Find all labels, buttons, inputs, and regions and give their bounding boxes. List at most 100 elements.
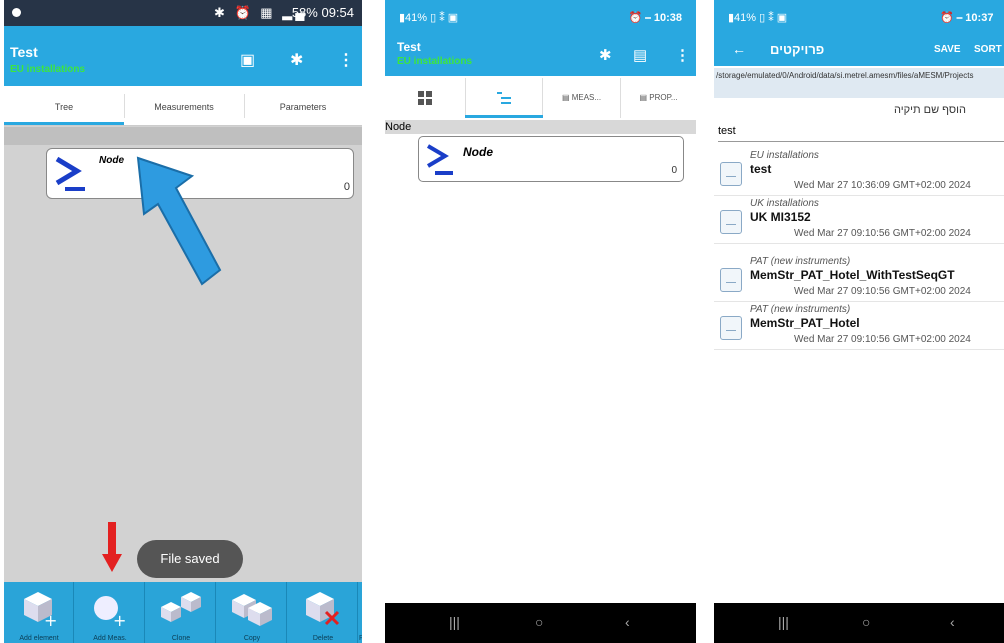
recents-button[interactable]: ||| <box>449 614 460 630</box>
tab-tiles[interactable] <box>385 78 465 118</box>
svg-text:+: + <box>44 611 57 628</box>
phone-screen-tree: ✱ ⏰ ▦ ▂▄ 58% 09:54 Test EU installations… <box>4 0 362 643</box>
home-button[interactable]: ○ <box>862 614 870 630</box>
delete-icon <box>306 592 340 626</box>
pointer-arrow-icon <box>136 156 222 286</box>
phone-screen-projects: ▮41% ▯ ⁑ ▣ ⏰ ⎯ 10:37 ← פרויקטים SAVE SOR… <box>714 0 1004 643</box>
file-icon <box>720 268 742 292</box>
node-label: Node <box>99 155 124 166</box>
copy-button[interactable]: Copy <box>217 582 287 643</box>
tree-header-band <box>4 127 362 145</box>
status-right: ⏰ ⎯ 10:37 <box>940 12 994 24</box>
copy-icon <box>232 594 272 626</box>
back-button[interactable]: ‹ <box>625 614 630 630</box>
project-date: Wed Mar 27 09:10:56 GMT+02:00 2024 <box>794 228 971 239</box>
back-button[interactable]: ‹ <box>950 614 955 630</box>
list-icon: ▤ <box>561 93 572 102</box>
project-category: EU installations <box>750 150 819 161</box>
recents-button[interactable]: ||| <box>778 614 789 630</box>
toast-message: File saved <box>137 540 243 578</box>
divider <box>714 349 1004 350</box>
storage-path: /storage/emulated/0/Android/data/si.metr… <box>714 68 1004 98</box>
status-bar: ▮41% ▯ ⁑ ▣ ⏰ ⎯ 10:37 <box>714 0 1004 34</box>
file-icon <box>720 210 742 234</box>
svg-text:+: + <box>113 611 126 628</box>
save-button[interactable]: SAVE <box>934 44 961 55</box>
project-subtitle: EU installations <box>397 56 473 67</box>
tiles-icon <box>418 90 432 105</box>
sort-button[interactable]: SORT <box>974 44 1002 55</box>
project-name: MemStr_PAT_Hotel <box>750 316 860 330</box>
file-icon <box>720 316 742 340</box>
add-element-button[interactable]: + Add element <box>4 582 74 643</box>
tab-measurements[interactable]: ▤ MEAS... <box>543 78 621 118</box>
project-date: Wed Mar 27 09:10:56 GMT+02:00 2024 <box>794 334 971 345</box>
delete-label: Delete <box>312 635 334 642</box>
phone-screen-tree-2: ▮41% ▯ ⁑ ▣ ⏰ ⎯ 10:38 Test EU installatio… <box>385 0 696 643</box>
project-category: PAT (new instruments) <box>750 304 851 315</box>
add-meas-button[interactable]: + Add Meas. <box>75 582 145 643</box>
tab-measurements[interactable]: Measurements <box>124 86 244 126</box>
project-name: UK MI3152 <box>750 210 811 224</box>
tab-properties[interactable]: ▤ PROP... <box>621 78 696 118</box>
tab-properties-label: PROP... <box>649 93 678 102</box>
bluetooth-icon[interactable]: ✱ <box>290 50 303 70</box>
project-name: MemStr_PAT_Hotel_WithTestSeqGT <box>750 268 955 282</box>
node-prompt-icon <box>55 156 85 191</box>
project-date: Wed Mar 27 10:36:09 GMT+02:00 2024 <box>794 180 971 191</box>
tree-node[interactable]: Node 0 <box>418 136 684 182</box>
file-icon <box>720 162 742 186</box>
tab-parameters[interactable]: Parameters <box>244 86 362 126</box>
project-item[interactable]: UK installations UK MI3152 Wed Mar 27 09… <box>714 196 1004 244</box>
clone-button[interactable]: Clone <box>146 582 216 643</box>
sphere-add-icon: + <box>94 596 126 628</box>
node-label: Node <box>463 145 493 159</box>
projects-title: פרויקטים <box>770 42 825 57</box>
delete-button[interactable]: Delete <box>288 582 358 643</box>
project-name: test <box>750 162 772 176</box>
parameters-button[interactable]: Pa <box>359 582 362 643</box>
project-date: Wed Mar 27 09:10:56 GMT+02:00 2024 <box>794 286 971 297</box>
tab-tree[interactable] <box>465 78 543 118</box>
system-nav-bar: ||| ○ ‹ <box>714 603 1004 643</box>
node-count: 0 <box>343 181 350 193</box>
overflow-menu-icon[interactable]: ⋮ <box>675 46 690 64</box>
project-category: PAT (new instruments) <box>750 256 851 267</box>
node-prompt-icon <box>426 144 453 175</box>
tab-tree[interactable]: Tree <box>4 86 124 126</box>
instrument-icon[interactable]: ▣ <box>240 50 255 70</box>
add-element-label: Add element <box>19 635 59 642</box>
project-item[interactable]: EU installations test Wed Mar 27 10:36:0… <box>714 148 1004 196</box>
project-name-field[interactable]: test <box>718 122 1004 142</box>
tab-indicator <box>465 115 543 118</box>
app-bar: Test EU installations ✱ ▤ ⋮ <box>385 34 696 76</box>
home-button[interactable]: ○ <box>535 614 543 630</box>
tree-list-icon <box>497 91 511 104</box>
status-right: ⏰ ⎯ 10:38 <box>628 12 682 24</box>
notification-dot-icon <box>12 8 21 17</box>
node-count: 0 <box>671 165 677 176</box>
divider <box>714 243 1004 244</box>
bottom-toolbar: + Add element + Add Meas. Clone Copy Del… <box>4 582 362 643</box>
project-title: Test <box>397 40 421 54</box>
back-arrow-icon[interactable]: ← <box>732 41 746 57</box>
project-item[interactable]: PAT (new instruments) MemStr_PAT_Hotel W… <box>714 302 1004 350</box>
parameters-label: Pa <box>359 635 362 642</box>
tab-measurements-label: MEAS... <box>571 93 602 102</box>
tree-header-band: Node <box>385 120 696 134</box>
list-icon: ▤ <box>639 93 650 102</box>
project-item[interactable]: PAT (new instruments) MemStr_PAT_Hotel_W… <box>714 254 1004 302</box>
overflow-menu-icon[interactable]: ⋮ <box>338 50 354 70</box>
add-folder-label[interactable]: הוסף שם תיקיה <box>894 104 1004 116</box>
app-bar: Test EU installations ▣ ✱ ⋮ <box>4 26 362 86</box>
tab-indicator <box>4 122 124 125</box>
battery-time: 58% 09:54 <box>291 5 354 20</box>
tab-bar: Tree Measurements Parameters <box>4 86 362 126</box>
red-arrow-icon <box>102 522 122 572</box>
status-bar: ✱ ⏰ ▦ ▂▄ 58% 09:54 <box>4 0 362 26</box>
project-category: UK installations <box>750 198 819 209</box>
status-left: ▮41% ▯ ⁑ ▣ <box>728 12 788 24</box>
copy-label: Copy <box>243 635 261 642</box>
save-icon[interactable]: ▤ <box>633 46 647 64</box>
bluetooth-icon[interactable]: ✱ <box>599 46 612 64</box>
